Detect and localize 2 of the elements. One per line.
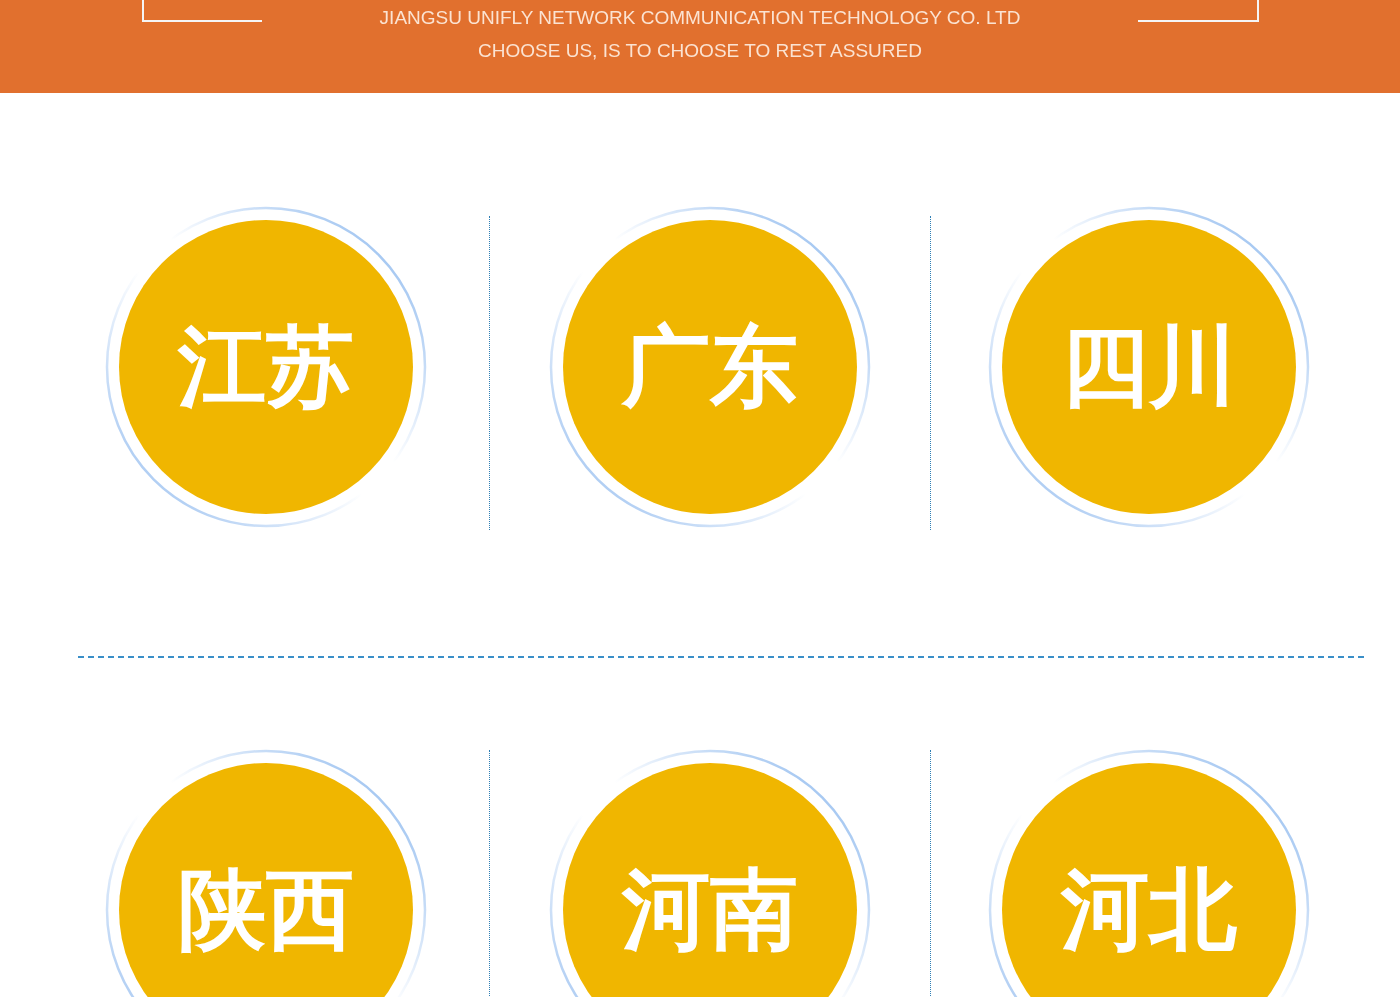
header-text: JIANGSU UNIFLY NETWORK COMMUNICATION TECHNOLOGY CO. LTD xyxy=(379,6,1021,30)
header-text: CHOOSE US, IS TO CHOOSE TO REST ASSURED xyxy=(478,39,922,63)
